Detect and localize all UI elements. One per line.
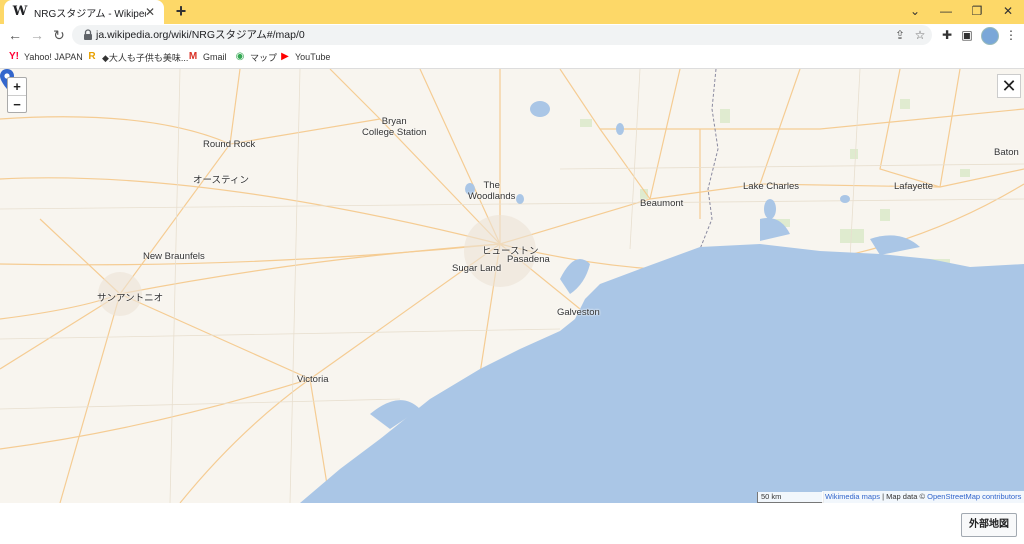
map-close-button[interactable]: ✕ — [997, 74, 1021, 98]
restore-icon[interactable]: ❐ — [966, 2, 988, 20]
reload-button[interactable]: ↻ — [50, 26, 68, 44]
city-label-san-antonio: サンアントニオ — [97, 293, 164, 304]
extensions-icon[interactable]: ✚ — [939, 27, 955, 43]
zoom-control: + − — [7, 77, 27, 113]
city-label-round-rock: Round Rock — [203, 139, 256, 150]
external-map-button[interactable]: 外部地図 — [961, 513, 1017, 537]
forward-button[interactable]: → — [28, 26, 46, 44]
share-icon[interactable]: ⇪ — [892, 27, 908, 43]
city-label-pasadena: Pasadena — [507, 254, 550, 265]
url-text: ja.wikipedia.org/wiki/NRGスタジアム#/map/0 — [96, 29, 305, 41]
side-panel-icon[interactable]: ▣ — [959, 27, 975, 43]
map-footer: 外部地図 — [0, 503, 1024, 544]
bookmark-youtube[interactable]: ▶ YouTube — [279, 46, 330, 68]
bookmark-gmail[interactable]: M Gmail — [187, 46, 227, 68]
openstreetmap-link[interactable]: OpenStreetMap contributors — [927, 492, 1021, 501]
back-button[interactable]: ← — [6, 26, 24, 44]
lock-icon — [84, 29, 92, 40]
gmail-icon: M — [188, 51, 198, 62]
bookmarks-bar: Y! Yahoo! JAPAN R ◆大人も子供も美味... M Gmail ◉… — [0, 46, 1024, 69]
city-label-sugar-land: Sugar Land — [452, 263, 502, 274]
bookmark-maps[interactable]: ◉ マップ — [234, 46, 277, 68]
new-tab-button[interactable]: + — [172, 2, 190, 20]
address-bar[interactable]: ja.wikipedia.org/wiki/NRGスタジアム#/map/0 ⇪ … — [72, 25, 932, 45]
city-label-victoria: Victoria — [297, 374, 329, 385]
wikimedia-maps-link[interactable]: Wikimedia maps — [825, 492, 880, 501]
yahoo-icon: Y! — [9, 51, 19, 62]
wikipedia-favicon-icon: W — [12, 4, 28, 19]
tab-active[interactable]: W NRGスタジアム - Wikipedia ✕ — [4, 0, 164, 24]
profile-avatar[interactable] — [981, 27, 999, 45]
bookmark-yahoo[interactable]: Y! Yahoo! JAPAN — [8, 46, 83, 68]
city-label-austin: オースティン — [193, 175, 249, 186]
zoom-in-button[interactable]: + — [8, 78, 26, 96]
city-label-galveston: Galveston — [557, 307, 600, 318]
bookmark-star-icon[interactable]: ☆ — [912, 27, 928, 43]
youtube-icon: ▶ — [281, 51, 289, 62]
menu-icon[interactable]: ⋮ — [1003, 27, 1019, 43]
maps-icon: ◉ — [235, 51, 245, 62]
city-label-lafayette: Lafayette — [894, 181, 934, 192]
city-label-the-woodlands: The Woodlands — [468, 180, 516, 202]
browser-toolbar: ← → ↻ ja.wikipedia.org/wiki/NRGスタジアム#/ma… — [0, 24, 1024, 46]
tab-search-chevron-icon[interactable]: ⌄ — [904, 2, 926, 20]
tab-title: NRGスタジアム - Wikipedia — [34, 8, 146, 20]
city-label-baton: Baton — [994, 147, 1019, 158]
rakuten-icon: R — [88, 51, 96, 62]
map-attribution: Wikimedia maps | Map data © OpenStreetMa… — [822, 491, 1024, 503]
city-label-lake-charles: Lake Charles — [743, 181, 799, 192]
map-canvas[interactable] — [0, 69, 1024, 503]
city-label-new-braunfels: New Braunfels — [143, 251, 205, 262]
minimize-icon[interactable]: — — [935, 2, 957, 20]
city-label-bryan: Bryan College Station — [362, 116, 427, 138]
bookmark-rakuten[interactable]: R ◆大人も子供も美味... — [86, 46, 188, 68]
map-viewer[interactable]: Bryan College Station Round Rock オースティン … — [0, 69, 1024, 503]
tab-strip: W NRGスタジアム - Wikipedia ✕ + ⌄ — ❐ ✕ — [0, 0, 1024, 24]
tab-close-icon[interactable]: ✕ — [142, 4, 158, 20]
window-close-icon[interactable]: ✕ — [997, 2, 1019, 20]
city-label-beaumont: Beaumont — [640, 198, 684, 209]
zoom-out-button[interactable]: − — [8, 96, 26, 113]
scale-bar: 50 km — [757, 492, 824, 503]
